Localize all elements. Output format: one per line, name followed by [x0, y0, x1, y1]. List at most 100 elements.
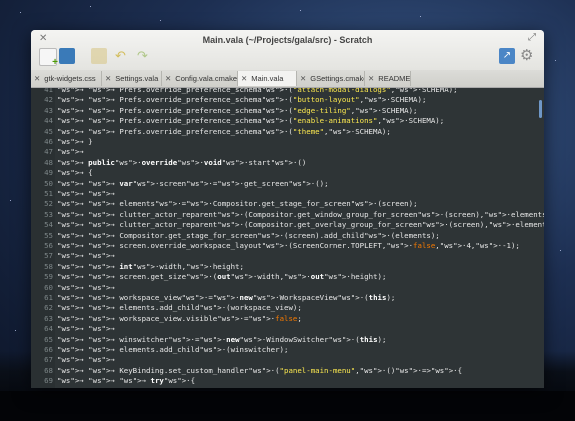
line-number: 49	[44, 168, 53, 178]
line-number: 51	[44, 189, 53, 198]
code-line[interactable]: 62 "ws">→ "ws">→ elements.add_child"ws">·…	[31, 303, 544, 313]
code-line[interactable]: 61 "ws">→ "ws">→ workspace_view"ws">·="ws…	[31, 293, 544, 303]
tab-gsettings[interactable]: ✕ GSettings.cmake	[297, 71, 365, 86]
save-icon[interactable]	[91, 48, 107, 64]
code-line[interactable]: 46 "ws">→ }	[31, 137, 544, 147]
code-line[interactable]: 50 "ws">→ "ws">→ var"ws">·screen"ws">·="w…	[31, 179, 544, 189]
line-number: 63	[44, 313, 53, 323]
line-number: 42	[44, 95, 53, 105]
share-icon[interactable]: ↗	[499, 48, 515, 64]
tab-close-icon[interactable]: ✕	[105, 74, 111, 83]
code-text: "ws">→	[57, 147, 84, 157]
code-line[interactable]: 53 "ws">→ "ws">→ clutter_actor_reparent"w…	[31, 210, 544, 220]
code-text: "ws">→ "ws">→ KeyBinding.set_custom_hand…	[57, 365, 463, 375]
code-text: "ws">→ "ws">→ Prefs.override_preference_…	[57, 105, 418, 115]
code-text: "ws">→ "ws">→ elements.add_child"ws">·(w…	[57, 345, 289, 354]
tab-close-icon[interactable]: ✕	[300, 74, 306, 83]
tab-close-icon[interactable]: ✕	[34, 74, 40, 83]
line-number: 54	[44, 220, 53, 230]
undo-icon[interactable]: ↶	[115, 48, 131, 64]
line-number: 47	[44, 147, 53, 157]
line-number: 59	[44, 272, 53, 282]
code-text: "ws">→ "ws">→ int"ws">·width,"ws">·heigh…	[57, 261, 244, 271]
code-line[interactable]: 64 "ws">→ "ws">→	[31, 324, 544, 334]
code-line[interactable]: 51 "ws">→ "ws">→	[31, 189, 544, 199]
scrollbar[interactable]	[539, 100, 542, 118]
code-line[interactable]: 48 "ws">→ public"ws">·override"ws">·void"…	[31, 158, 544, 168]
line-number: 61	[44, 293, 53, 302]
code-line[interactable]: 56 "ws">→ "ws">→ screen.override_workspac…	[31, 241, 544, 251]
code-line[interactable]: 67 "ws">→ "ws">→	[31, 355, 544, 365]
line-number: 58	[44, 261, 53, 271]
tab-close-icon[interactable]: ✕	[165, 74, 171, 83]
line-number: 50	[44, 178, 53, 188]
code-line[interactable]: 55 "ws">→ "ws">→ Compositor.get_stage_for…	[31, 231, 544, 241]
code-text: "ws">→ "ws">→ elements"ws">·="ws">·Compo…	[57, 199, 418, 209]
tab-readme[interactable]: ✕ README	[365, 71, 411, 86]
redo-icon[interactable]: ↷	[137, 48, 153, 64]
line-number: 41	[44, 88, 53, 94]
line-number: 53	[44, 209, 53, 219]
code-text: "ws">→ public"ws">·override"ws">·void"ws…	[57, 157, 307, 167]
ground-silhouette	[0, 391, 575, 421]
code-text: "ws">→ "ws">→ Prefs.override_preference_…	[57, 116, 445, 126]
code-text: "ws">→ "ws">→ clutter_actor_reparent"ws"…	[57, 209, 544, 219]
tab-close-icon[interactable]: ✕	[368, 74, 374, 83]
code-text: "ws">→ {	[57, 168, 93, 178]
code-line[interactable]: 47 "ws">→	[31, 147, 544, 157]
code-line[interactable]: 60 "ws">→ "ws">→	[31, 283, 544, 293]
code-text: "ws">→ "ws">→ clutter_actor_reparent"ws"…	[57, 220, 544, 230]
tab-gtk-widgets[interactable]: ✕ gtk-widgets.css	[31, 71, 102, 86]
new-document-icon[interactable]: +	[39, 48, 58, 68]
code-text: "ws">→ "ws">→	[57, 189, 115, 198]
code-line[interactable]: 44 "ws">→ "ws">→ Prefs.override_preferenc…	[31, 116, 544, 126]
window-maximize-icon[interactable]: ⤢	[528, 32, 536, 43]
line-number: 68	[44, 365, 53, 375]
code-line[interactable]: 54 "ws">→ "ws">→ clutter_actor_reparent"w…	[31, 220, 544, 230]
code-text: "ws">→ "ws">→	[57, 355, 115, 365]
code-text: "ws">→ "ws">→ winswitcher"ws">·="ws">·ne…	[57, 334, 387, 344]
code-line[interactable]: 65 "ws">→ "ws">→ winswitcher"ws">·="ws">·…	[31, 335, 544, 345]
code-line[interactable]: 41 "ws">→ "ws">→ Prefs.override_preferenc…	[31, 88, 544, 95]
code-line[interactable]: 58 "ws">→ "ws">→ int"ws">·width,"ws">·hei…	[31, 262, 544, 272]
line-number: 69	[44, 376, 53, 386]
tab-main[interactable]: ✕ Main.vala	[238, 71, 297, 86]
code-line[interactable]: 66 "ws">→ "ws">→ elements.add_child"ws">·…	[31, 345, 544, 355]
code-line[interactable]: 57 "ws">→ "ws">→	[31, 251, 544, 261]
titlebar: ✕ Main.vala (~/Projects/gala/src) - Scra…	[31, 30, 544, 70]
code-text: "ws">→ "ws">→ "ws">→ try"ws">·{	[57, 376, 196, 386]
code-text: "ws">→ "ws">→ elements.add_child"ws">·(w…	[57, 303, 302, 313]
code-editor[interactable]: 41 "ws">→ "ws">→ Prefs.override_preferenc…	[31, 88, 544, 388]
line-number: 64	[44, 324, 53, 334]
code-text: "ws">→ "ws">→	[57, 251, 115, 261]
tab-close-icon[interactable]: ✕	[241, 74, 247, 83]
code-line[interactable]: 42 "ws">→ "ws">→ Prefs.override_preferenc…	[31, 95, 544, 105]
line-number: 65	[44, 334, 53, 344]
code-line[interactable]: 45 "ws">→ "ws">→ Prefs.override_preferenc…	[31, 127, 544, 137]
code-text: "ws">→ "ws">→ workspace_view.visible"ws"…	[57, 313, 302, 323]
line-number: 60	[44, 282, 53, 292]
tab-settings[interactable]: ✕ Settings.vala	[102, 71, 162, 86]
line-number: 46	[44, 137, 53, 146]
tab-config[interactable]: ✕ Config.vala.cmake	[162, 71, 238, 86]
code-line[interactable]: 52 "ws">→ "ws">→ elements"ws">·="ws">·Com…	[31, 199, 544, 209]
line-number: 52	[44, 199, 53, 209]
code-text: "ws">→ }	[57, 137, 93, 146]
code-line[interactable]: 68 "ws">→ "ws">→ KeyBinding.set_custom_ha…	[31, 366, 544, 376]
code-line[interactable]: 69 "ws">→ "ws">→ "ws">→ try"ws">·{	[31, 376, 544, 386]
code-line[interactable]: 59 "ws">→ "ws">→ screen.get_size"ws">·(ou…	[31, 272, 544, 282]
window-title: Main.vala (~/Projects/gala/src) - Scratc…	[202, 35, 373, 45]
line-number: 57	[44, 251, 53, 261]
code-text: "ws">→ "ws">→	[57, 282, 115, 292]
code-line[interactable]: 49 "ws">→ {	[31, 168, 544, 178]
open-folder-icon[interactable]	[59, 48, 75, 64]
settings-gear-icon[interactable]: ⚙	[520, 48, 536, 64]
code-line[interactable]: 43 "ws">→ "ws">→ Prefs.override_preferenc…	[31, 106, 544, 116]
code-text: "ws">→ "ws">→ Prefs.override_preference_…	[57, 126, 391, 136]
code-text: "ws">→ "ws">→ screen.get_size"ws">·(out"…	[57, 272, 387, 282]
tab-bar: ✕ gtk-widgets.css ✕ Settings.vala ✕ Config.…	[31, 70, 544, 88]
code-text: "ws">→ "ws">→ Prefs.override_preference_…	[57, 88, 458, 94]
line-number: 48	[44, 157, 53, 167]
code-line[interactable]: 63 "ws">→ "ws">→ workspace_view.visible"w…	[31, 314, 544, 324]
line-number: 45	[44, 126, 53, 136]
